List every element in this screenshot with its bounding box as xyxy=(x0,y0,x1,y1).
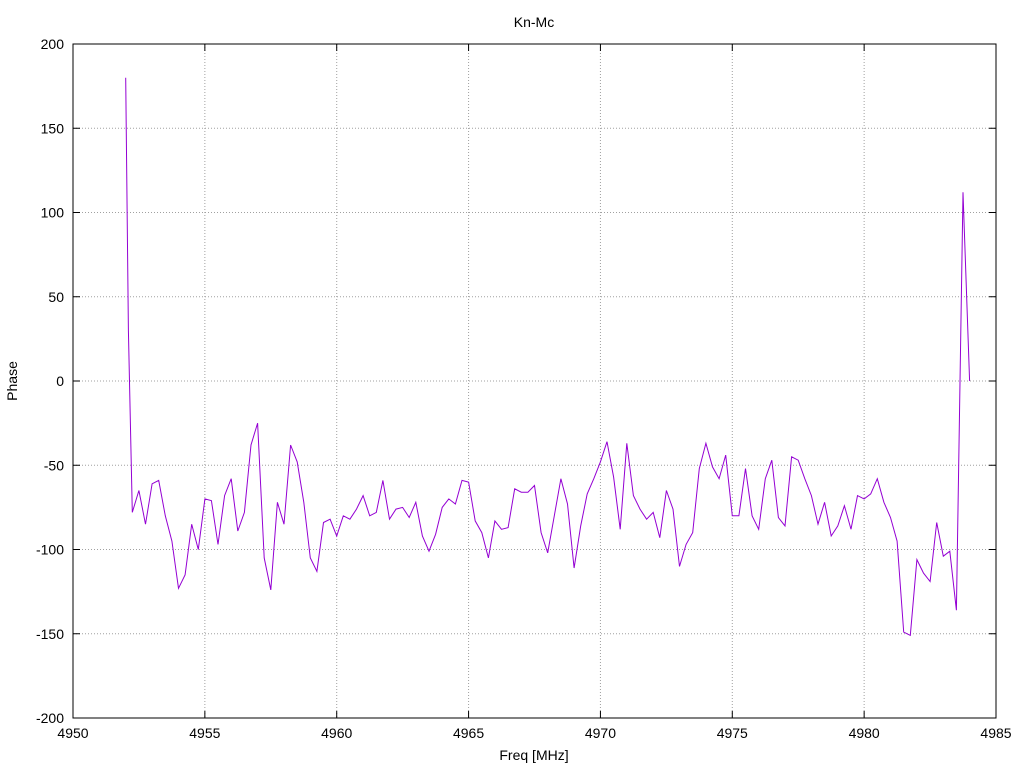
x-tick-label: 4975 xyxy=(717,725,748,741)
x-axis-label: Freq [MHz] xyxy=(499,747,568,763)
y-axis-label: Phase xyxy=(4,361,20,401)
chart-title: Kn-Mc xyxy=(514,14,554,30)
y-tick-label: 150 xyxy=(41,120,65,136)
x-tick-label: 4950 xyxy=(57,725,88,741)
y-tick-label: -200 xyxy=(36,710,64,726)
x-tick-label: 4980 xyxy=(849,725,880,741)
y-tick-label: 100 xyxy=(41,205,65,221)
y-tick-label: -150 xyxy=(36,626,64,642)
x-tick-label: 4960 xyxy=(321,725,352,741)
y-tick-label: 50 xyxy=(48,289,64,305)
y-tick-label: 0 xyxy=(56,373,64,389)
x-tick-label: 4970 xyxy=(585,725,616,741)
phase-chart: 4950 4955 4960 4965 4970 4975 4980 4985 -200 -150… xyxy=(0,0,1024,768)
y-tick-label: -50 xyxy=(44,457,64,473)
x-tick-label: 4955 xyxy=(189,725,220,741)
x-tick-label: 4965 xyxy=(453,725,484,741)
x-tick-label: 4985 xyxy=(980,725,1011,741)
y-tick-label: 200 xyxy=(41,36,65,52)
y-tick-label: -100 xyxy=(36,542,64,558)
chart-background xyxy=(0,0,1024,768)
